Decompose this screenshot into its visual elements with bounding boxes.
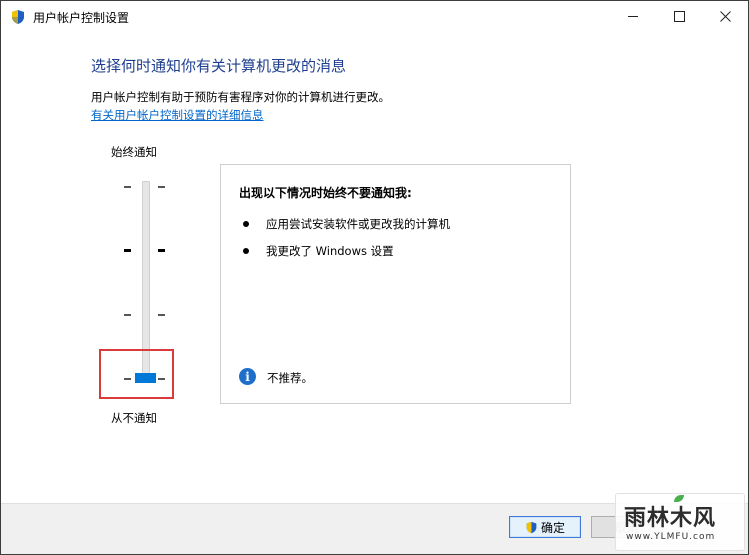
bullet-dot [243,248,249,254]
info-item: 我更改了 Windows 设置 [266,244,394,258]
ok-button[interactable]: 确定 [509,516,581,538]
bullet-dot [243,221,249,227]
uac-settings-window: 用户帐户控制设置 选择何时通知你有关计算机更改的消息 用户帐户控制有助于预防有害… [0,0,749,555]
watermark-logo: 雨林木风 www.YLMFU.com [615,493,745,551]
slider-tick [158,314,165,316]
recommendation-note: 不推荐。 [267,371,313,385]
highlight-annotation [99,349,174,399]
title-bar[interactable]: 用户帐户控制设置 [1,1,748,32]
page-heading: 选择何时通知你有关计算机更改的消息 [91,57,347,75]
slider-tick [124,314,131,316]
info-panel: 出现以下情况时始终不要通知我: 应用尝试安装软件或更改我的计算机 我更改了 Wi… [220,164,571,404]
uac-shield-icon [526,521,537,533]
watermark-sub-text: www.YLMFU.com [626,532,716,542]
maximize-button[interactable] [656,1,702,32]
window-title: 用户帐户控制设置 [33,11,130,25]
minimize-icon [628,16,638,17]
slider-tick [158,249,165,252]
info-item: 应用尝试安装软件或更改我的计算机 [266,217,450,231]
help-link[interactable]: 有关用户帐户控制设置的详细信息 [91,107,264,123]
ok-button-label: 确定 [540,520,565,535]
maximize-icon [673,11,685,22]
minimize-button[interactable] [610,1,656,32]
slider-tick [124,249,131,252]
watermark-main-text: 雨林木风 [624,506,717,531]
close-icon [719,11,731,22]
uac-shield-icon [12,10,24,24]
slider-top-label: 始终通知 [111,145,157,159]
page-description: 用户帐户控制有助于预防有害程序对你的计算机进行更改。 [91,90,390,104]
info-icon: i [239,368,256,385]
close-button[interactable] [702,1,748,32]
slider-tick [124,186,131,188]
info-panel-title: 出现以下情况时始终不要通知我: [239,186,412,200]
slider-bottom-label: 从不通知 [111,411,157,425]
slider-tick [158,186,165,188]
